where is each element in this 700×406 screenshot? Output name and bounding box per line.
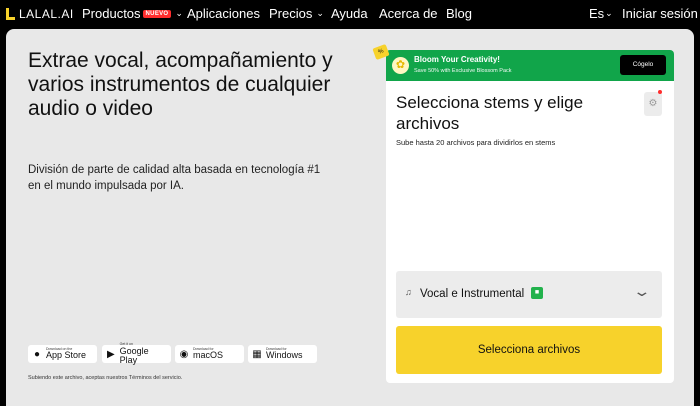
store-text: Download for macOS	[193, 347, 224, 361]
chevron-down-icon: ⌄	[605, 8, 613, 18]
store-label: Google Play	[119, 345, 149, 365]
nav-item-acerca-de[interactable]: Acerca de	[379, 6, 438, 21]
stem-type-select[interactable]: ♫ Vocal e Instrumental ■ ⌄	[396, 271, 662, 318]
lalal-logo-icon	[6, 8, 15, 20]
store-label: Windows	[266, 350, 303, 361]
new-badge: NUEVO	[142, 9, 172, 18]
panel-title: Selecciona stems y elige archivos	[396, 93, 584, 133]
google-play-button[interactable]: ▶ Get it on Google Play	[102, 343, 171, 365]
store-text: Download on the App Store	[46, 347, 87, 361]
top-nav: LALAL.AI Productos NUEVO ⌄ Aplicaciones …	[0, 0, 700, 28]
main-section: Extrae vocal, acompañamiento y varios in…	[6, 29, 694, 406]
settings-gear-icon[interactable]: ⚙	[644, 92, 662, 116]
chevron-down-icon: ⌄	[316, 8, 324, 18]
language-selector[interactable]: Es ⌄	[589, 6, 613, 21]
nav-item-blog[interactable]: Blog	[446, 6, 472, 21]
nav-item-label: Precios	[269, 6, 313, 21]
nav-item-label: Productos	[82, 6, 141, 21]
promo-get-button[interactable]: Cógelo	[620, 55, 666, 75]
nav-item-label: Blog	[446, 6, 473, 21]
nav-item-productos[interactable]: Productos NUEVO ⌄	[82, 6, 183, 21]
upload-panel: ✿ Bloom Your Creativity! Save 50% with E…	[386, 50, 674, 383]
select-files-button[interactable]: Selecciona archivos	[396, 326, 662, 374]
app-store-button[interactable]: ● Download on the App Store	[28, 345, 97, 363]
login-label: Iniciar sesión	[622, 6, 698, 21]
promo-subtitle: Save 50% with Exclusive Blossom Pack	[414, 68, 512, 74]
google-play-icon: ▶	[106, 348, 115, 360]
login-link[interactable]: Iniciar sesión	[622, 6, 698, 21]
nav-item-precios[interactable]: Precios ⌄	[269, 6, 324, 21]
macos-icon: ◉	[179, 348, 189, 360]
stem-type-label: Vocal e Instrumental	[420, 288, 525, 300]
logo-text: LALAL.AI	[19, 7, 74, 21]
nav-item-label: Ayuda	[331, 6, 368, 21]
chevron-down-icon: ⌄	[175, 8, 183, 18]
store-label: macOS	[193, 350, 224, 361]
notification-dot	[658, 90, 662, 94]
store-label: App Store	[46, 350, 87, 361]
panel-subtitle: Sube hasta 20 archivos para dividirlos e…	[396, 138, 556, 147]
nav-item-label: Aplicaciones	[187, 6, 260, 21]
logo[interactable]: LALAL.AI	[6, 7, 74, 21]
vocal-instrument-icon: ♫	[405, 287, 412, 297]
flower-icon: ✿	[392, 57, 409, 74]
store-text: Get it on Google Play	[120, 343, 167, 365]
chevron-down-icon: ⌄	[632, 283, 652, 299]
apple-icon: ●	[33, 348, 41, 360]
stem-badge-icon: ■	[531, 287, 543, 299]
promo-title: Bloom Your Creativity!	[414, 55, 500, 64]
store-text: Download for Windows	[266, 347, 303, 361]
hero-title: Extrae vocal, acompañamiento y varios in…	[28, 49, 333, 120]
nav-item-ayuda[interactable]: Ayuda	[331, 6, 368, 21]
terms-disclaimer: Subiendo este archivo, aceptas nuestros …	[28, 375, 183, 381]
nav-item-aplicaciones[interactable]: Aplicaciones	[187, 6, 260, 21]
language-label: Es	[589, 6, 605, 21]
hero-subtitle: División de parte de calidad alta basada…	[28, 164, 321, 192]
macos-button[interactable]: ◉ Download for macOS	[175, 345, 244, 363]
nav-item-label: Acerca de	[379, 6, 438, 21]
promo-banner: ✿ Bloom Your Creativity! Save 50% with E…	[386, 50, 674, 81]
windows-button[interactable]: ▦ Download for Windows	[248, 345, 317, 363]
windows-icon: ▦	[252, 348, 262, 360]
